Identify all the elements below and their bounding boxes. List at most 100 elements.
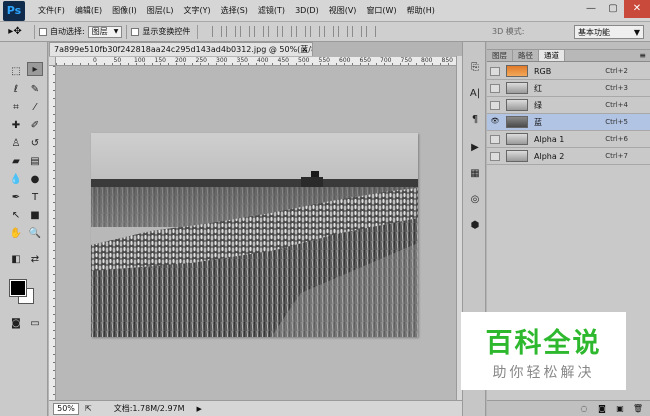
document-tab[interactable]: 7a899e510fb30f242818aa24c295d143ad4b0312… <box>49 42 313 56</box>
ruler-number: 600 <box>339 57 351 64</box>
visibility-toggle[interactable] <box>490 151 500 161</box>
channel-row[interactable]: 绿 Ctrl+4 <box>487 97 650 114</box>
menu-edit[interactable]: 编辑(E) <box>70 0 107 22</box>
actions-panel-icon[interactable]: ▶ <box>467 140 483 154</box>
align-hcenter-icon[interactable] <box>268 26 279 37</box>
history-panel-icon[interactable]: ⎘ <box>467 60 483 74</box>
blur-tool-icon[interactable]: 💧 <box>8 172 24 186</box>
paragraph-panel-icon[interactable]: ¶ <box>467 112 483 126</box>
show-transform-checkbox[interactable] <box>131 27 140 36</box>
menu-image[interactable]: 图像(I) <box>107 0 142 22</box>
channel-row[interactable]: Alpha 1 Ctrl+6 <box>487 131 650 148</box>
channel-row[interactable]: RGB Ctrl+2 <box>487 63 650 80</box>
zoom-tool-icon[interactable]: 🔍 <box>27 226 43 240</box>
eye-icon[interactable]: 👁 <box>490 117 500 127</box>
visibility-toggle[interactable] <box>490 66 500 76</box>
character-panel-icon[interactable]: A| <box>467 86 483 100</box>
healing-brush-tool-icon[interactable]: ✚ <box>8 118 24 132</box>
align-left-icon[interactable] <box>254 26 265 37</box>
menu-type[interactable]: 文字(Y) <box>178 0 215 22</box>
3d-mode-label: 3D 模式: <box>492 27 525 36</box>
channel-name: RGB <box>534 66 552 76</box>
path-select-tool-icon[interactable]: ↖ <box>8 208 24 222</box>
move-tool-icon[interactable]: ▸ <box>27 62 43 76</box>
quick-mask-icon[interactable]: ◙ <box>8 316 24 330</box>
swap-colors-icon[interactable]: ⇄ <box>27 252 43 266</box>
menu-filter[interactable]: 滤镜(T) <box>253 0 290 22</box>
lasso-tool-icon[interactable]: ℓ <box>8 82 24 96</box>
vertical-ruler[interactable] <box>49 66 56 400</box>
3d-panel-icon[interactable]: ⬢ <box>467 218 483 232</box>
status-menu-arrow-icon[interactable]: ▶ <box>197 405 202 413</box>
properties-panel-icon[interactable]: ◎ <box>467 192 483 206</box>
workspace-dropdown[interactable]: 基本功能 ▼ <box>574 25 644 39</box>
channel-row[interactable]: Alpha 2 Ctrl+7 <box>487 148 650 165</box>
distribute-hcenter-icon[interactable] <box>352 26 363 37</box>
marquee-tool-icon[interactable]: ⬚ <box>8 64 24 78</box>
brush-tool-icon[interactable]: ✐ <box>27 118 43 132</box>
distribute-bottom-icon[interactable] <box>324 26 335 37</box>
move-tool-preset-icon[interactable]: ▸✥ <box>0 26 30 37</box>
align-top-icon[interactable] <box>212 26 223 37</box>
auto-select-dropdown[interactable]: 图层 ▼ <box>87 25 123 38</box>
menu-layer[interactable]: 图层(L) <box>142 0 179 22</box>
ruler-number: 300 <box>216 57 228 64</box>
tab-layers[interactable]: 图层 <box>487 50 513 61</box>
close-document-icon[interactable]: × <box>301 43 308 56</box>
zoom-level-field[interactable]: 50% <box>53 402 79 415</box>
shape-tool-icon[interactable]: ■ <box>27 208 43 222</box>
watermark: 百科全说 助你轻松解决 <box>461 312 626 390</box>
ruler-number: 0 <box>93 57 97 64</box>
type-tool-icon[interactable]: T <box>27 190 43 204</box>
menu-help[interactable]: 帮助(H) <box>402 0 440 22</box>
channel-row[interactable]: 👁 蓝 Ctrl+5 <box>487 114 650 131</box>
eraser-tool-icon[interactable]: ▰ <box>8 154 24 168</box>
document-image[interactable] <box>91 133 418 337</box>
eyedropper-tool-icon[interactable]: ⁄ <box>27 100 43 114</box>
visibility-toggle[interactable] <box>490 100 500 110</box>
default-colors-icon[interactable]: ◧ <box>8 252 24 266</box>
ruler-number: 250 <box>195 57 207 64</box>
save-selection-icon[interactable]: ◙ <box>596 404 608 414</box>
close-button[interactable]: ✕ <box>624 0 650 18</box>
new-channel-icon[interactable]: ▣ <box>614 404 626 414</box>
history-brush-tool-icon[interactable]: ↺ <box>27 136 43 150</box>
channel-row[interactable]: 红 Ctrl+3 <box>487 80 650 97</box>
distribute-top-icon[interactable] <box>296 26 307 37</box>
delete-channel-icon[interactable]: 🗑 <box>632 404 644 414</box>
menu-file[interactable]: 文件(F) <box>33 0 70 22</box>
maximize-button[interactable]: ▢ <box>602 0 624 18</box>
visibility-toggle[interactable] <box>490 83 500 93</box>
hand-tool-icon[interactable]: ✋ <box>8 226 24 240</box>
clone-stamp-tool-icon[interactable]: ♙ <box>8 136 24 150</box>
align-right-icon[interactable] <box>282 26 293 37</box>
menu-view[interactable]: 视图(V) <box>324 0 362 22</box>
export-icon[interactable]: ⇱ <box>85 404 92 413</box>
screen-mode-icon[interactable]: ▭ <box>27 316 43 330</box>
crop-tool-icon[interactable]: ⌗ <box>8 100 24 114</box>
tab-paths[interactable]: 路径 <box>513 50 539 61</box>
visibility-toggle[interactable] <box>490 134 500 144</box>
distribute-left-icon[interactable] <box>338 26 349 37</box>
channel-thumbnail <box>506 133 528 145</box>
menu-select[interactable]: 选择(S) <box>216 0 253 22</box>
load-selection-icon[interactable]: ◌ <box>578 404 590 414</box>
tab-channels[interactable]: 通道 <box>539 50 565 61</box>
auto-select-checkbox[interactable] <box>39 27 47 36</box>
distribute-vcenter-icon[interactable] <box>310 26 321 37</box>
align-bottom-icon[interactable] <box>240 26 251 37</box>
menu-3d[interactable]: 3D(D) <box>290 0 324 22</box>
channel-name: 红 <box>534 83 542 93</box>
menu-items: 文件(F) 编辑(E) 图像(I) 图层(L) 文字(Y) 选择(S) 滤镜(T… <box>33 0 440 22</box>
minimize-button[interactable]: — <box>580 0 602 18</box>
distribute-right-icon[interactable] <box>366 26 377 37</box>
quick-select-tool-icon[interactable]: ✎ <box>27 82 43 96</box>
foreground-color-swatch[interactable] <box>9 279 27 297</box>
dodge-tool-icon[interactable]: ● <box>27 172 43 186</box>
align-vcenter-icon[interactable] <box>226 26 237 37</box>
pen-tool-icon[interactable]: ✒ <box>8 190 24 204</box>
swatches-panel-icon[interactable]: ▦ <box>467 166 483 180</box>
panel-menu-icon[interactable]: ≡ <box>639 51 646 60</box>
menu-window[interactable]: 窗口(W) <box>361 0 401 22</box>
gradient-tool-icon[interactable]: ▤ <box>27 154 43 168</box>
